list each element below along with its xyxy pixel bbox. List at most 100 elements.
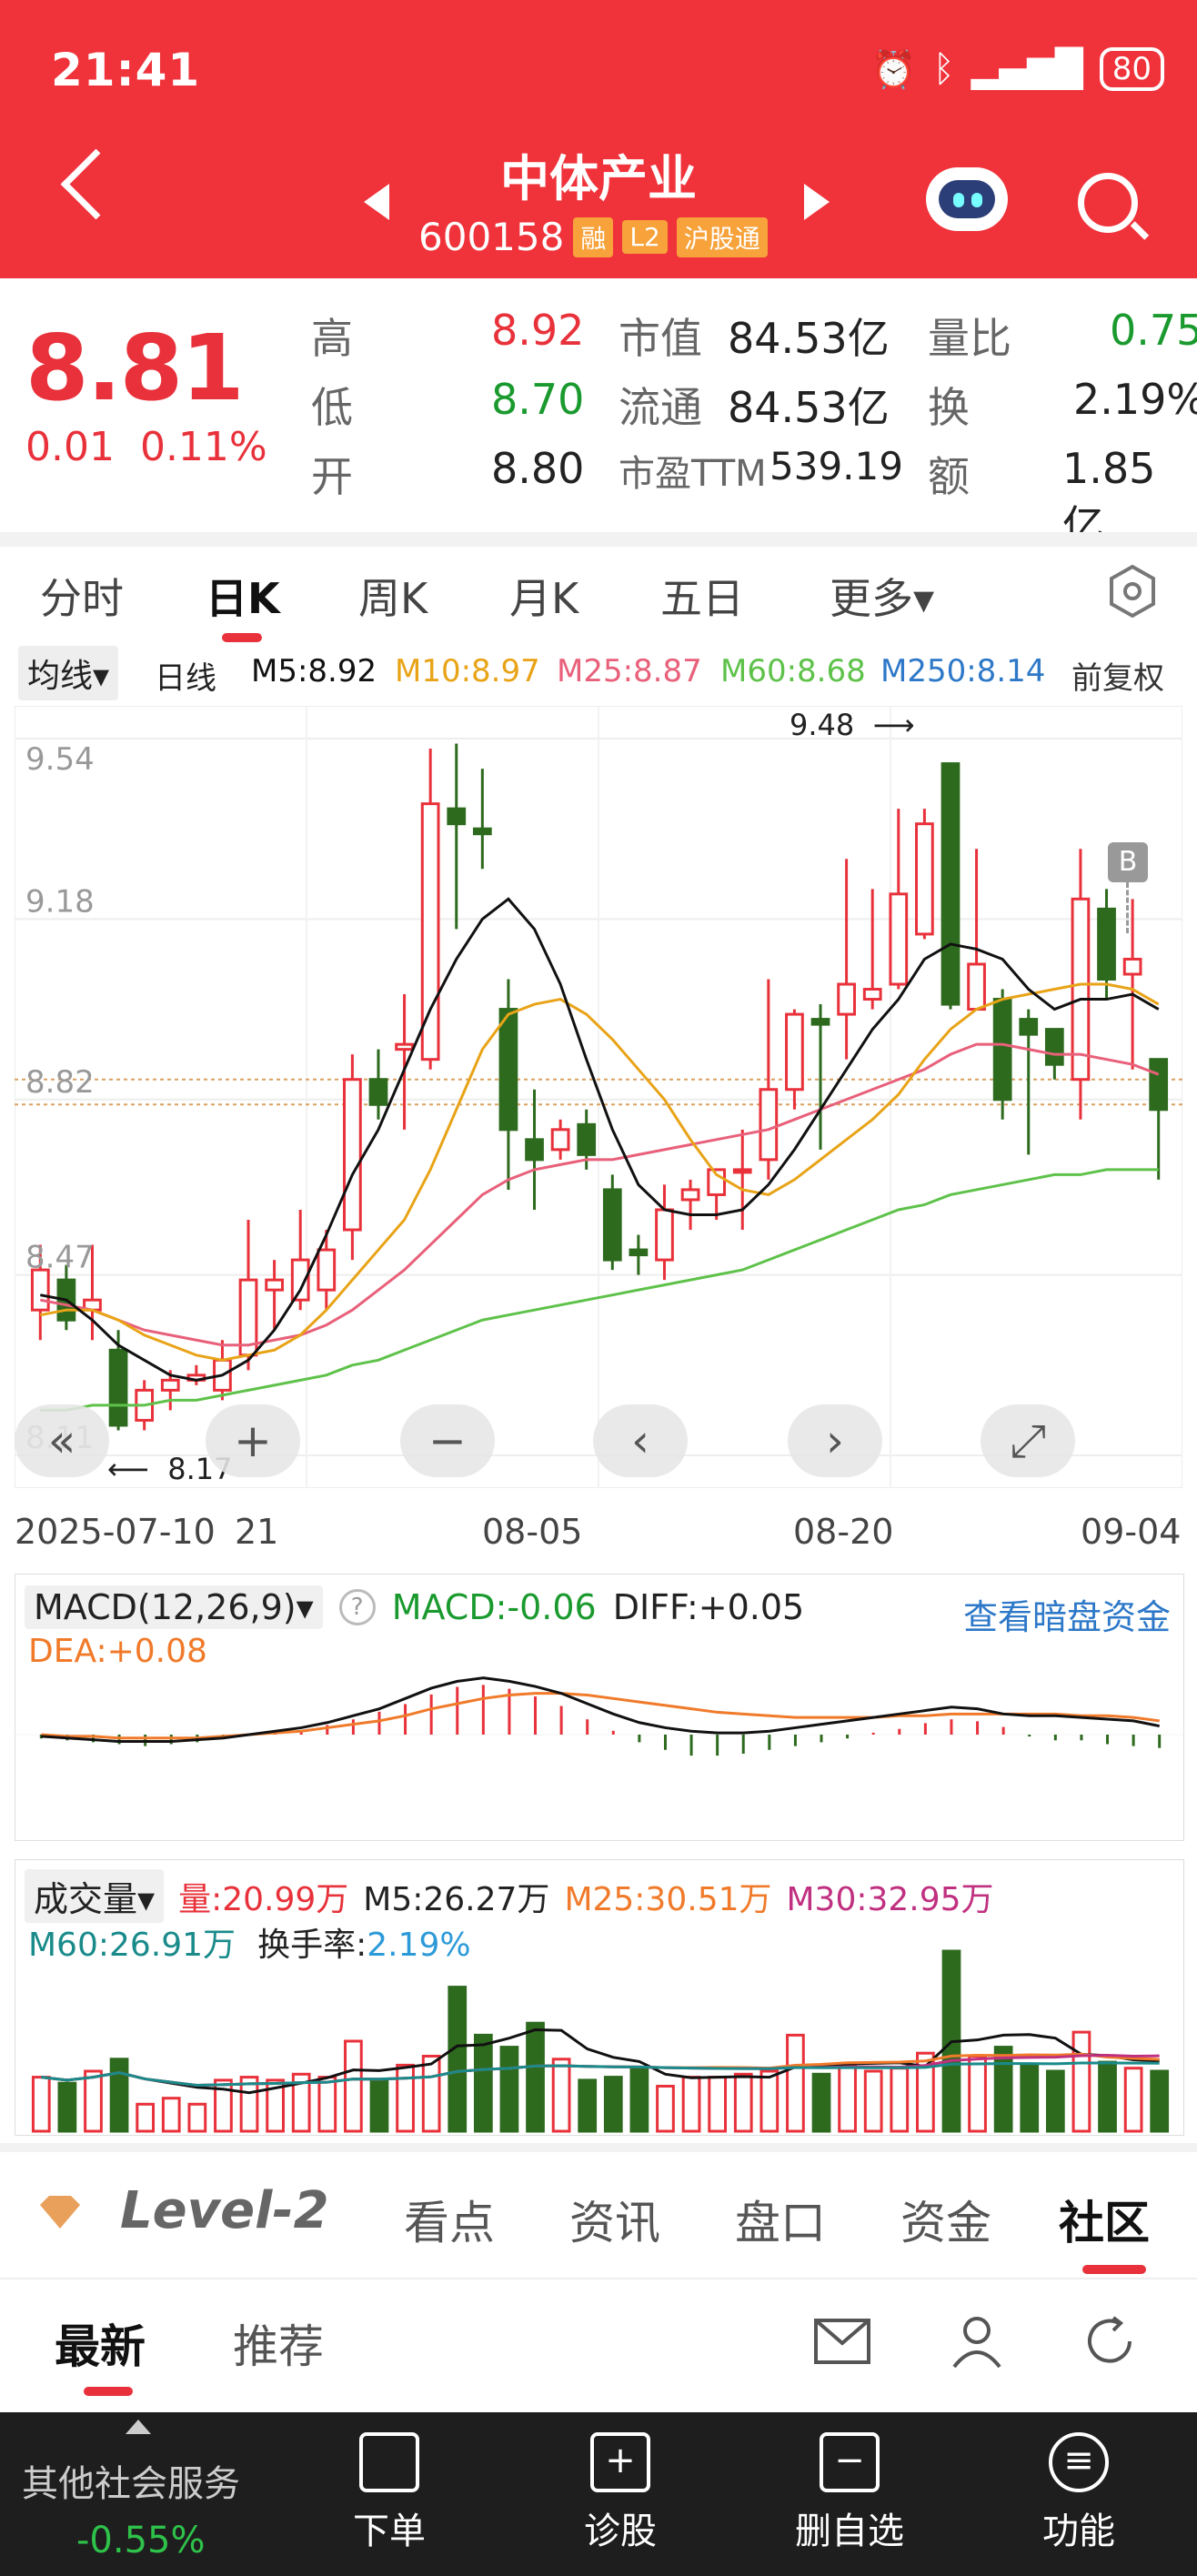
dock-order-button[interactable]: 下单 — [307, 2412, 471, 2576]
current-price: 8.81 — [25, 315, 245, 421]
tab-five-day[interactable]: 五日 — [660, 566, 744, 626]
candle-body[interactable] — [837, 982, 856, 1016]
candle-body[interactable] — [629, 1248, 649, 1257]
candle-body[interactable] — [732, 1168, 752, 1174]
candlestick-chart[interactable]: 9.549.188.828.478.11 — [15, 706, 1182, 1488]
date-label-21: 21 — [235, 1512, 279, 1552]
low-label: 低 — [311, 383, 353, 432]
dock-function-button[interactable]: ≡ 功能 — [997, 2412, 1161, 2576]
change-value: 0.01 — [25, 424, 115, 470]
tab-order-book[interactable]: 盘口 — [735, 2187, 826, 2252]
candle-body[interactable] — [810, 1018, 830, 1026]
dock-remove-watchlist-button[interactable]: − 删自选 — [768, 2412, 931, 2576]
ma5-label: M5:8.92 — [251, 653, 377, 689]
stock-name: 中体产业 — [500, 150, 697, 207]
fullscreen-button[interactable]: ⤢ — [981, 1404, 1075, 1477]
volume-bar — [708, 2076, 728, 2133]
adjust-button[interactable]: 前复权 — [1071, 653, 1164, 698]
alarm-icon: ⏰ — [870, 48, 917, 91]
expand-up-icon[interactable] — [126, 2420, 151, 2434]
settings-icon[interactable] — [1108, 564, 1157, 619]
candle-body[interactable] — [317, 1248, 337, 1292]
volume-bar — [1123, 2067, 1143, 2133]
ma25-label: M25:8.87 — [557, 653, 702, 689]
candle-body[interactable] — [498, 1008, 518, 1132]
tab-weekly-k[interactable]: 周K — [358, 566, 428, 626]
candle-body[interactable] — [967, 962, 986, 1011]
macd-panel[interactable]: MACD(12,26,9)▾ ? MACD:-0.06 DIFF:+0.05 查… — [15, 1574, 1184, 1841]
scroll-left-fast-button[interactable]: « — [15, 1404, 109, 1477]
tab-intraday[interactable]: 分时 — [40, 566, 124, 626]
candle-body[interactable] — [992, 998, 1012, 1102]
candle-body[interactable] — [1044, 1028, 1064, 1066]
zoom-out-button[interactable]: − — [400, 1404, 495, 1477]
candle-body[interactable] — [472, 827, 492, 836]
candle-body[interactable] — [108, 1348, 128, 1427]
candle-body[interactable] — [1071, 897, 1091, 1082]
candle-body[interactable] — [915, 822, 934, 936]
scroll-left-button[interactable]: ‹ — [593, 1404, 688, 1477]
ma60-label: M60:8.68 — [720, 653, 866, 689]
volume-bar — [84, 2069, 103, 2133]
volume-bar — [656, 2085, 675, 2133]
candle-body[interactable] — [1149, 1058, 1169, 1112]
candle-body[interactable] — [265, 1278, 284, 1292]
tab-community[interactable]: 社区 — [1059, 2187, 1150, 2252]
candle-body[interactable] — [759, 1088, 779, 1162]
robot-assistant-icon[interactable] — [926, 167, 1008, 231]
volume-bar — [1071, 2030, 1091, 2133]
candle-body[interactable] — [160, 1378, 180, 1392]
tab-monthly-k[interactable]: 月K — [509, 566, 578, 626]
candle-body[interactable] — [525, 1138, 544, 1162]
volume-bar — [369, 2078, 389, 2133]
candle-body[interactable] — [1019, 1018, 1039, 1036]
tab-news[interactable]: 资讯 — [569, 2187, 660, 2252]
candle-body[interactable] — [862, 988, 882, 1001]
ma-toggle-button[interactable]: 均线▾ — [18, 646, 119, 700]
volume-bar — [1045, 2069, 1065, 2133]
volume-bar — [629, 2067, 649, 2133]
candle-body[interactable] — [1097, 907, 1116, 981]
volume-bar — [31, 2076, 51, 2133]
candle-body[interactable] — [395, 1042, 414, 1052]
refresh-icon[interactable] — [1082, 2314, 1137, 2369]
scroll-right-button[interactable]: › — [788, 1404, 882, 1477]
candle-body[interactable] — [602, 1188, 622, 1262]
ma10-label: M10:8.97 — [395, 653, 540, 689]
tab-more[interactable]: 更多▾ — [830, 566, 934, 626]
candle-body[interactable] — [1122, 957, 1142, 976]
news-tab-latest[interactable]: 最新 — [55, 2310, 146, 2376]
buy-marker[interactable]: B — [1108, 842, 1148, 882]
tab-funds[interactable]: 资金 — [900, 2187, 991, 2252]
candle-body[interactable] — [940, 762, 961, 1006]
candle-body[interactable] — [550, 1128, 570, 1152]
y-tick-label: 9.54 — [25, 741, 95, 778]
candle-body[interactable] — [368, 1078, 388, 1106]
dock-diagnose-button[interactable]: + 诊股 — [538, 2412, 702, 2576]
candle-body[interactable] — [785, 1012, 804, 1092]
candle-body[interactable] — [30, 1268, 50, 1312]
candle-body[interactable] — [343, 1078, 362, 1232]
candle-body[interactable] — [655, 1208, 674, 1262]
candle-body[interactable] — [447, 807, 467, 826]
user-icon[interactable] — [950, 2314, 1004, 2369]
candle-body[interactable] — [680, 1188, 700, 1202]
high-annotation: 9.48 ⟶ — [790, 708, 915, 742]
search-icon[interactable] — [1078, 173, 1138, 233]
candle-body[interactable] — [889, 892, 909, 986]
status-icons: ⏰ ᛒ ▂▄▆█ 80 — [871, 47, 1164, 91]
volume-panel[interactable]: 成交量▾ 量:20.99万 M5:26.27万 M25:30.51万 M30:3… — [15, 1859, 1184, 2136]
battery-icon: 80 — [1099, 47, 1164, 91]
tab-daily-k[interactable]: 日K — [206, 566, 280, 626]
tab-level2[interactable]: Level-2 — [120, 2181, 329, 2240]
sector-name[interactable]: 其他社会服务 — [22, 2454, 240, 2507]
mail-icon[interactable] — [813, 2318, 871, 2365]
news-tab-recommend[interactable]: 推荐 — [233, 2310, 324, 2376]
candle-body[interactable] — [577, 1122, 597, 1156]
tab-highlights[interactable]: 看点 — [404, 2187, 495, 2252]
volume-ma60-line — [41, 2061, 1160, 2088]
zoom-in-button[interactable]: + — [206, 1404, 300, 1477]
volume-bar — [473, 2033, 493, 2133]
bluetooth-icon: ᛒ — [932, 48, 955, 90]
community-indicator — [1082, 2265, 1146, 2274]
